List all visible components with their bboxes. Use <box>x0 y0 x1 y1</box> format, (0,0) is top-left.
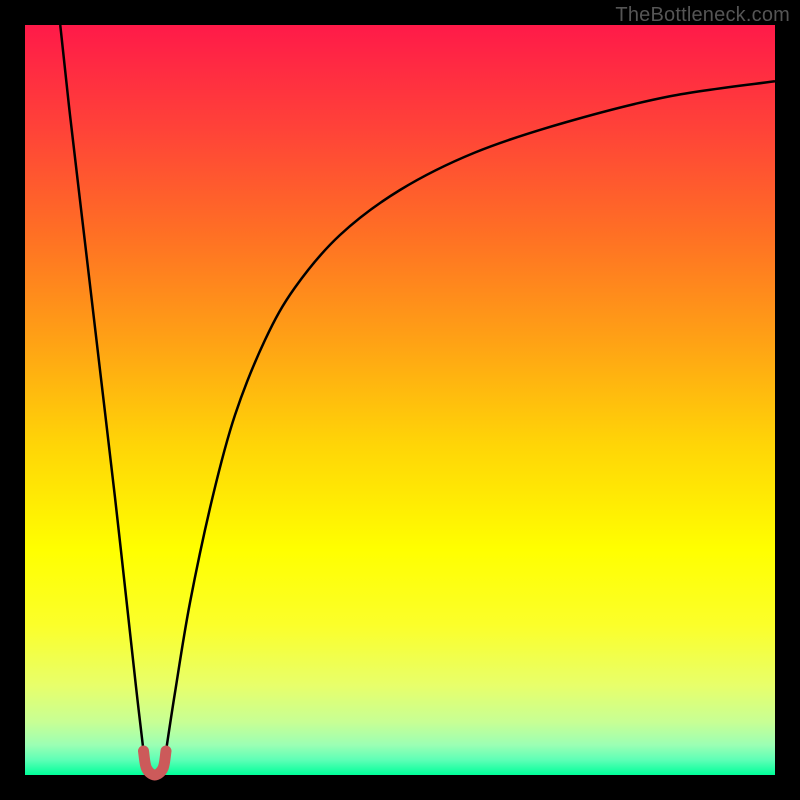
chart-container: TheBottleneck.com <box>0 0 800 800</box>
curve-left-branch <box>60 25 143 751</box>
chart-plot-area <box>25 25 775 775</box>
curve-right-branch <box>166 81 775 751</box>
curve-layer <box>25 25 775 775</box>
curve-valley-marker <box>144 751 167 775</box>
watermark-text: TheBottleneck.com <box>615 4 790 27</box>
